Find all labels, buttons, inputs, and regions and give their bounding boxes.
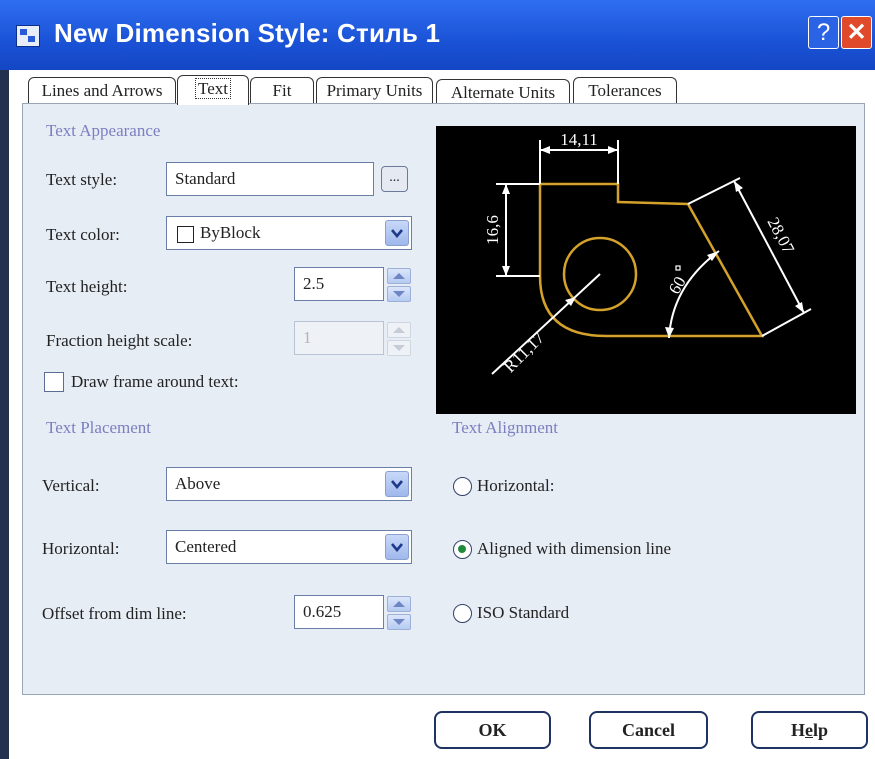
radio-aligned-label: Aligned with dimension line (477, 539, 672, 558)
vertical-select[interactable]: Above (166, 467, 412, 501)
radio-iso[interactable] (453, 604, 472, 623)
vertical-label: Vertical: (42, 476, 100, 495)
tab-tolerances[interactable]: Tolerances (573, 77, 677, 103)
spin-up-icon[interactable] (387, 268, 411, 284)
spin-down-icon[interactable] (387, 286, 411, 302)
tab-label: Alternate Units (450, 83, 556, 102)
chevron-down-icon[interactable] (385, 534, 409, 560)
offset-spinner[interactable] (387, 596, 411, 632)
text-color-value: ByBlock (200, 223, 261, 242)
chevron-down-icon[interactable] (385, 471, 409, 497)
help-button-label: Help (790, 720, 829, 740)
radio-iso-label: ISO Standard (477, 603, 570, 622)
text-placement-title: Text Placement (46, 418, 152, 437)
app-icon (16, 25, 40, 47)
text-appearance-title: Text Appearance (46, 121, 161, 140)
tab-label: Primary Units (326, 81, 423, 100)
text-style-label: Text style: (46, 170, 118, 189)
offset-input[interactable]: 0.625 (294, 595, 384, 629)
draw-frame-label: Draw frame around text: (71, 372, 239, 391)
tab-fit[interactable]: Fit (250, 77, 314, 103)
text-height-label: Text height: (46, 277, 128, 296)
help-icon[interactable]: ? (808, 16, 839, 49)
tab-label: Tolerances (588, 81, 662, 100)
text-style-browse-button[interactable]: ... (381, 166, 408, 192)
fraction-height-input: 1 (294, 321, 384, 355)
dim-left-text: 16,6 (483, 215, 502, 245)
window-border (0, 70, 9, 759)
radio-aligned[interactable] (453, 540, 472, 559)
tab-label: Text (195, 78, 231, 99)
tab-alternate-units[interactable]: Alternate Units (436, 79, 570, 105)
radio-horizontal[interactable] (453, 477, 472, 496)
chevron-down-icon[interactable] (385, 220, 409, 246)
text-color-label: Text color: (46, 225, 120, 244)
tab-lines-and-arrows[interactable]: Lines and Arrows (28, 77, 176, 103)
offset-label: Offset from dim line: (42, 604, 187, 623)
text-height-input[interactable]: 2.5 (294, 267, 384, 301)
color-swatch (177, 226, 194, 243)
cancel-button[interactable]: Cancel (589, 711, 708, 749)
preview-canvas: 14,11 16,6 28,07 60 R11,17 (436, 126, 856, 414)
tab-label: Fit (272, 81, 292, 100)
window-title: New Dimension Style: Стиль 1 (54, 18, 441, 48)
text-color-select[interactable]: ByBlock (166, 216, 412, 250)
horizontal-select[interactable]: Centered (166, 530, 412, 564)
help-button[interactable]: Help (751, 711, 868, 749)
fraction-height-label: Fraction height scale: (46, 331, 193, 350)
text-height-spinner[interactable] (387, 268, 411, 304)
tab-label: Lines and Arrows (41, 81, 163, 100)
spin-up-icon (387, 322, 411, 338)
spin-up-icon[interactable] (387, 596, 411, 612)
dim-angle-text: 60 (665, 273, 690, 297)
dim-top-text: 14,11 (560, 130, 598, 149)
fraction-height-spinner (387, 322, 411, 358)
tab-primary-units[interactable]: Primary Units (316, 77, 433, 103)
spin-down-icon (387, 340, 411, 356)
text-alignment-title: Text Alignment (452, 418, 558, 437)
draw-frame-checkbox[interactable] (44, 372, 64, 392)
radio-horizontal-label: Horizontal: (477, 476, 555, 495)
dim-radius-text: R11,17 (500, 328, 548, 376)
ok-button[interactable]: OK (434, 711, 551, 749)
horizontal-label: Horizontal: (42, 539, 120, 558)
close-icon[interactable]: ✕ (841, 16, 872, 49)
dim-diag-text: 28,07 (763, 214, 798, 257)
text-style-select[interactable]: Standard (166, 162, 374, 196)
spin-down-icon[interactable] (387, 614, 411, 630)
tab-text[interactable]: Text (177, 75, 249, 105)
